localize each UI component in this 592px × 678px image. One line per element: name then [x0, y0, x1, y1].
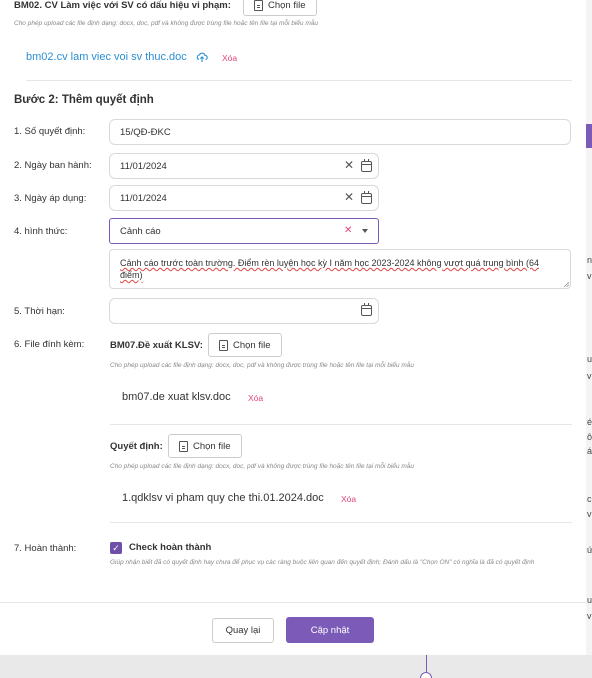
bm02-delete-link[interactable]: Xóa: [222, 53, 237, 63]
footer-divider: [0, 602, 586, 603]
decision-number-input[interactable]: 15/QĐ-ĐKC: [109, 119, 571, 145]
file-icon: [179, 440, 188, 452]
calendar-icon[interactable]: [361, 159, 372, 172]
clear-icon[interactable]: ✕: [344, 158, 354, 172]
background-timeline: [0, 655, 592, 678]
form-type-value: Cảnh cáo: [120, 225, 161, 237]
bm07-file-link[interactable]: bm07.de xuat klsv.doc: [122, 391, 231, 403]
complete-hint: Giúp nhận biết đã có quyết định hay chưa…: [110, 559, 535, 566]
background-text: u: [587, 354, 592, 364]
form-type-select[interactable]: Cảnh cáo: [109, 218, 379, 244]
background-text: ch: [587, 494, 592, 504]
background-text: é: [587, 417, 592, 427]
cloud-upload-icon[interactable]: [196, 50, 208, 62]
section-divider: [26, 80, 572, 81]
apply-date-label: 3. Ngày áp dụng:: [14, 193, 87, 204]
background-text: vi: [587, 271, 592, 281]
complete-checkbox-label: Check hoàn thành: [129, 542, 212, 553]
decision-file-label: Quyết định:: [110, 441, 163, 452]
chevron-down-icon[interactable]: [362, 229, 368, 233]
bm02-file-link[interactable]: bm02.cv lam viec voi sv thuc.doc: [26, 51, 187, 63]
section-divider: [110, 424, 572, 425]
bm02-choose-file-button[interactable]: Chọn file: [243, 0, 317, 16]
decision-choose-file-button[interactable]: Chọn file: [168, 434, 242, 458]
decision-modal: BM02. CV Làm việc với SV có dấu hiệu vi …: [0, 0, 586, 655]
bm02-upload-hint: Cho phép upload các file định dạng: docx…: [14, 20, 318, 27]
update-button[interactable]: Cập nhật: [286, 617, 374, 643]
complete-label: 7. Hoàn thành:: [14, 543, 77, 554]
background-text: ác: [587, 446, 592, 456]
apply-date-value: 11/01/2024: [120, 192, 167, 204]
bm07-choose-file-button[interactable]: Chọn file: [208, 333, 282, 357]
attachments-label: 6. File đính kèm:: [14, 339, 85, 350]
decision-upload-hint: Cho phép upload các file định dạng: docx…: [110, 463, 414, 470]
background-text: vi: [587, 611, 592, 621]
decision-delete-link[interactable]: Xóa: [341, 494, 356, 504]
background-tab: [586, 124, 592, 148]
issue-date-value: 11/01/2024: [120, 160, 167, 172]
section-divider: [110, 522, 572, 523]
bm07-upload-hint: Cho phép upload các file định dạng: docx…: [110, 362, 414, 369]
choose-file-label: Chọn file: [268, 0, 306, 11]
update-button-label: Cập nhật: [310, 624, 350, 636]
decision-number-value: 15/QĐ-ĐKC: [120, 126, 171, 138]
timeline-dot: [420, 672, 432, 678]
background-text: vi: [587, 371, 592, 381]
calendar-icon[interactable]: [361, 191, 372, 204]
complete-checkbox[interactable]: ✓: [110, 542, 122, 554]
description-textarea[interactable]: Cảnh cáo trước toàn trường. Điểm rèn luy…: [109, 249, 571, 289]
back-button[interactable]: Quay lại: [212, 618, 274, 643]
form-type-label: 4. hình thức:: [14, 226, 68, 237]
decision-number-label: 1. Số quyết định:: [14, 126, 86, 137]
file-icon: [254, 0, 263, 11]
step2-title: Bước 2: Thêm quyết định: [14, 94, 154, 106]
bm07-label: BM07.Đề xuất KLSV:: [110, 340, 203, 351]
clear-icon[interactable]: ✕: [344, 190, 354, 204]
background-text: u: [587, 595, 592, 605]
apply-date-picker[interactable]: 11/01/2024: [109, 185, 379, 211]
issue-date-label: 2. Ngày ban hành:: [14, 160, 92, 171]
background-text: ức: [587, 545, 592, 555]
bm07-delete-link[interactable]: Xóa: [248, 393, 263, 403]
background-text: ng: [587, 255, 592, 265]
file-icon: [219, 339, 228, 351]
resize-handle-icon[interactable]: [564, 282, 569, 287]
calendar-icon[interactable]: [361, 303, 372, 316]
description-value: Cảnh cáo trước toàn trường. Điểm rèn luy…: [120, 258, 540, 280]
back-button-label: Quay lại: [225, 625, 261, 636]
choose-file-label: Chọn file: [233, 339, 271, 351]
background-text: vi: [587, 509, 592, 519]
decision-file-link[interactable]: 1.qdklsv vi pham quy che thi.01.2024.doc: [122, 492, 324, 504]
clear-selection-icon[interactable]: ✕: [344, 225, 352, 236]
duration-label: 5. Thời hạn:: [14, 306, 65, 317]
background-text: ôi: [587, 432, 592, 442]
choose-file-label: Chọn file: [193, 440, 231, 452]
duration-picker[interactable]: [109, 298, 379, 324]
background-page: ng vi u vi é ôi ác ch vi ức u vi: [586, 0, 592, 678]
bm02-label: BM02. CV Làm việc với SV có dấu hiệu vi …: [14, 0, 231, 11]
issue-date-picker[interactable]: 11/01/2024: [109, 153, 379, 179]
